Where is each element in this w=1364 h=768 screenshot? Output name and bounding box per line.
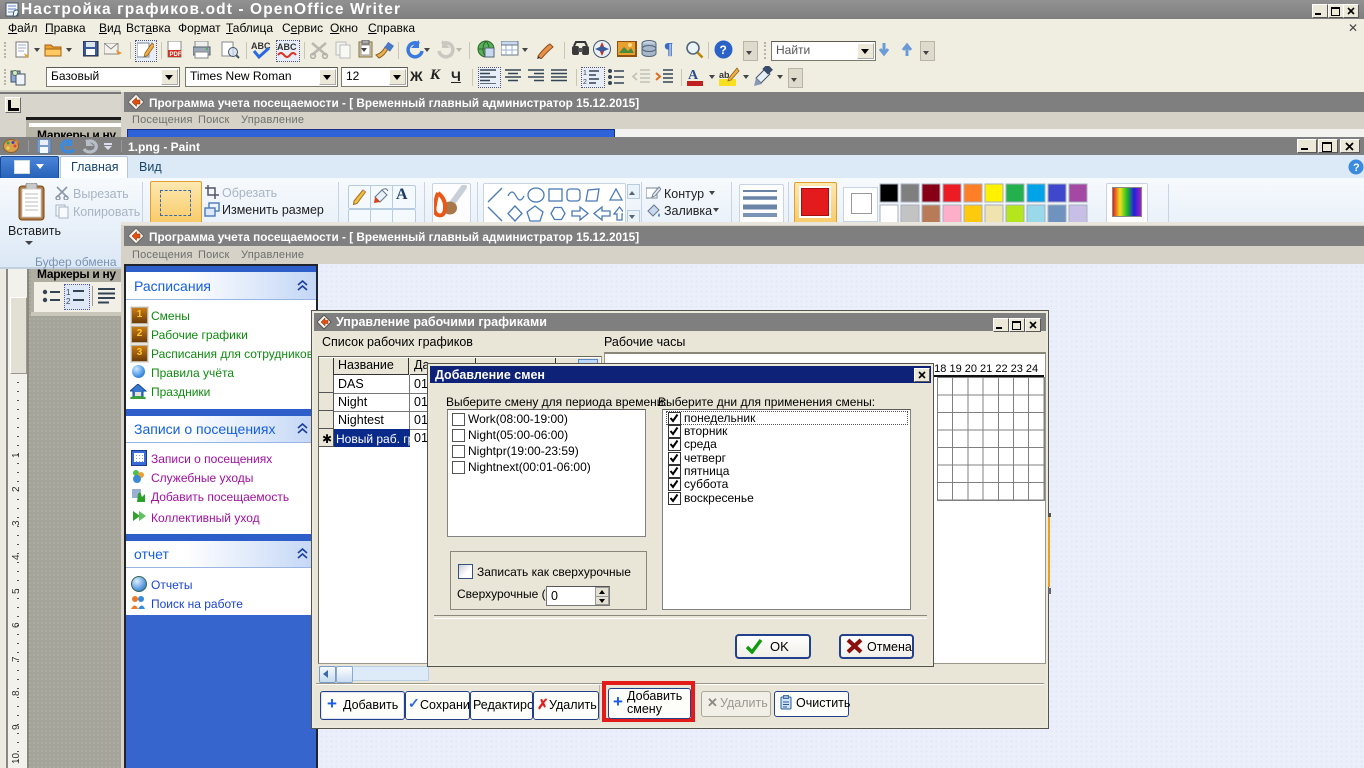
svg-text:2: 2 [66, 297, 71, 305]
svg-text:PDF: PDF [170, 52, 182, 58]
svg-text:ab: ab [719, 70, 730, 80]
svg-text:?: ? [720, 43, 727, 57]
svg-text:1: 1 [66, 288, 71, 297]
svg-text:1: 1 [583, 70, 587, 77]
svg-text:A: A [688, 68, 699, 83]
svg-text:ABC: ABC [277, 42, 297, 52]
svg-text:2: 2 [583, 79, 587, 85]
svg-text:?: ? [1353, 162, 1360, 174]
